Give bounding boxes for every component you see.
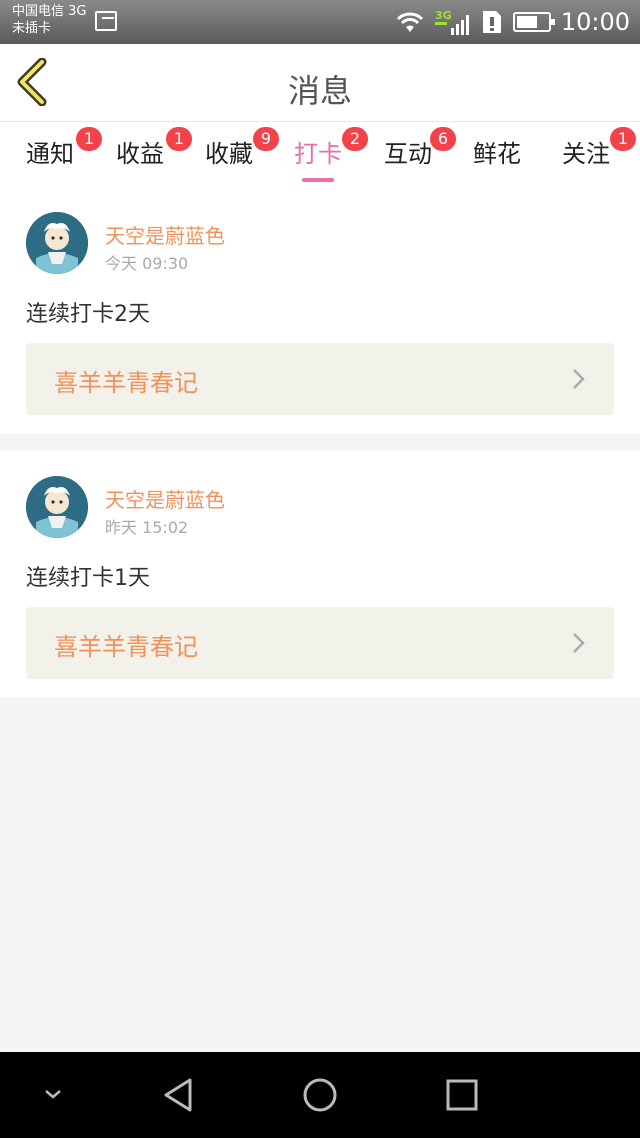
message-card: 天空是蔚蓝色 昨天 15:02 连续打卡1天 喜羊羊青春记 <box>0 451 640 697</box>
tab-label: 鲜花 <box>473 140 521 168</box>
home-circle-icon[interactable] <box>301 1076 339 1114</box>
tab-label: 关注 <box>562 140 610 168</box>
username[interactable]: 天空是蔚蓝色 <box>105 220 225 249</box>
linked-post-title: 喜羊羊青春记 <box>54 633 198 661</box>
tab-flowers[interactable]: 鲜花 <box>473 134 521 184</box>
avatar[interactable] <box>26 212 88 274</box>
unread-badge: 1 <box>76 127 102 151</box>
unread-badge: 1 <box>610 127 636 151</box>
active-tab-indicator <box>302 178 334 182</box>
tab-interaction[interactable]: 互动 6 <box>384 127 456 184</box>
tab-notice[interactable]: 通知 1 <box>26 127 102 184</box>
screenshot-icon <box>95 11 117 31</box>
tab-earnings[interactable]: 收益 1 <box>116 127 192 184</box>
message-text: 连续打卡1天 <box>26 566 150 591</box>
sim-status: 未插卡 <box>12 21 52 36</box>
linked-post[interactable]: 喜羊羊青春记 <box>26 343 614 415</box>
carrier-name: 中国电信 3G <box>12 4 87 19</box>
tab-follows[interactable]: 关注 1 <box>562 127 636 184</box>
avatar[interactable] <box>26 476 88 538</box>
unread-badge: 1 <box>166 127 192 151</box>
clock: 10:00 <box>560 8 630 36</box>
unread-badge: 9 <box>253 127 279 151</box>
message-time: 今天 09:30 <box>105 254 189 273</box>
message-card: 天空是蔚蓝色 今天 09:30 连续打卡2天 喜羊羊青春记 <box>0 188 640 434</box>
tab-favorites[interactable]: 收藏 9 <box>205 127 279 184</box>
battery-icon <box>512 12 555 32</box>
carrier-info: 中国电信 3G 未插卡 <box>12 3 86 37</box>
linked-post-title: 喜羊羊青春记 <box>54 369 198 397</box>
back-triangle-icon[interactable] <box>160 1076 196 1114</box>
app-header: 消息 <box>0 44 640 122</box>
system-nav-bar <box>0 1052 640 1138</box>
page-title: 消息 <box>287 72 352 110</box>
sim-alert-icon <box>482 11 501 33</box>
tab-bar: 通知 1 收益 1 收藏 9 打卡 2 互动 6 鲜花 关注 1 <box>0 122 640 188</box>
wifi-icon <box>396 12 423 32</box>
tab-label: 互动 <box>384 140 432 168</box>
tab-label: 收藏 <box>205 140 253 168</box>
tab-label: 收益 <box>116 140 164 168</box>
tab-label: 通知 <box>26 140 74 168</box>
recents-square-icon[interactable] <box>444 1076 480 1114</box>
status-bar: 中国电信 3G 未插卡 3G 10:00 <box>0 0 640 44</box>
network-type-label: 3G <box>435 9 452 22</box>
avatar-icon <box>26 212 88 274</box>
unread-badge: 2 <box>342 127 368 151</box>
avatar-icon <box>26 476 88 538</box>
signal-icon: 3G <box>434 9 469 35</box>
tab-checkin[interactable]: 打卡 2 <box>294 127 368 184</box>
unread-badge: 6 <box>430 127 456 151</box>
chevron-right-icon <box>573 369 585 389</box>
chevron-right-icon <box>573 633 585 653</box>
message-text: 连续打卡2天 <box>26 302 150 327</box>
username[interactable]: 天空是蔚蓝色 <box>105 484 225 513</box>
tab-label: 打卡 <box>294 140 342 168</box>
chevron-down-icon[interactable] <box>42 1086 64 1102</box>
message-time: 昨天 15:02 <box>105 518 189 537</box>
linked-post[interactable]: 喜羊羊青春记 <box>26 607 614 679</box>
